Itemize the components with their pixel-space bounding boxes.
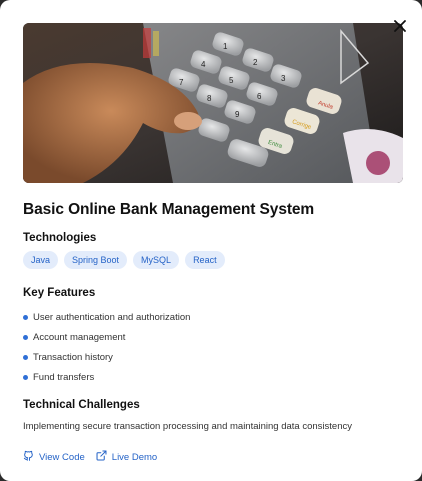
svg-text:4: 4 [201,60,206,69]
svg-text:7: 7 [179,78,184,87]
list-item: Fund transfers [23,367,190,387]
project-title: Basic Online Bank Management System [23,201,315,218]
svg-text:1: 1 [223,42,228,51]
tech-tag-react: React [185,251,225,269]
technical-challenges-text: Implementing secure transaction processi… [23,421,352,432]
key-features-heading: Key Features [23,287,96,299]
feature-label: User authentication and authorization [33,311,191,323]
svg-text:9: 9 [235,110,240,119]
tech-tag-java: Java [23,251,59,269]
bullet-icon [23,354,28,360]
list-item: Transaction history [23,347,190,367]
svg-text:2: 2 [253,58,258,67]
view-code-label: View Code [39,451,85,463]
bullet-icon [23,374,28,380]
svg-text:3: 3 [281,74,286,83]
close-icon[interactable] [392,18,408,34]
feature-label: Account management [33,331,126,343]
feature-label: Fund transfers [33,371,95,383]
live-demo-link[interactable]: Live Demo [96,450,157,464]
list-item: User authentication and authorization [23,307,190,327]
project-links: View Code Live Demo [23,450,157,464]
svg-text:8: 8 [207,94,212,103]
external-link-icon [96,450,112,464]
list-item: Account management [23,327,190,347]
key-features-list: User authentication and authorization Ac… [23,307,190,387]
feature-label: Transaction history [33,351,113,363]
bullet-icon [23,314,28,320]
view-code-link[interactable]: View Code [23,450,85,464]
technologies-heading: Technologies [23,232,97,244]
technical-challenges-heading: Technical Challenges [23,399,140,411]
svg-text:5: 5 [229,76,234,85]
technology-tags: Java Spring Boot MySQL React [23,251,225,269]
project-hero-image: Anula Corrige Entra 1 2 3 4 5 6 7 8 9 [23,23,403,183]
svg-text:6: 6 [257,92,262,101]
tech-tag-mysql: MySQL [133,251,180,269]
live-demo-label: Live Demo [111,451,158,463]
github-icon [23,450,39,464]
tech-tag-spring-boot: Spring Boot [64,251,128,269]
project-modal: Anula Corrige Entra 1 2 3 4 5 6 7 8 9 Ba… [0,0,422,481]
bullet-icon [23,334,28,340]
